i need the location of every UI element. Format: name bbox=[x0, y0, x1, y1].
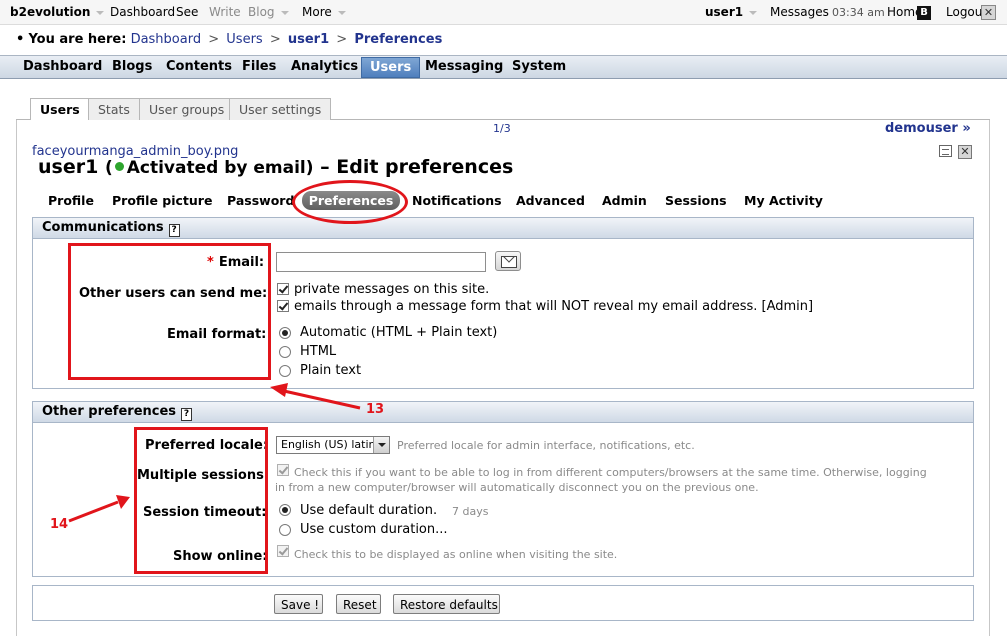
b2evo-home-icon[interactable]: B bbox=[917, 6, 931, 20]
multiple-sessions-note-2: in from a new computer/browser will auto… bbox=[275, 481, 759, 494]
more-menu[interactable]: More bbox=[302, 5, 346, 19]
callout-number-14: 14 bbox=[50, 517, 69, 532]
help-icon[interactable]: ? bbox=[181, 408, 193, 421]
ptab-my-activity[interactable]: My Activity bbox=[744, 193, 823, 208]
dashboard-link[interactable]: Dashboard bbox=[110, 5, 175, 19]
show-online-checkbox[interactable] bbox=[277, 545, 289, 557]
communications-title: Communications bbox=[42, 220, 164, 235]
reset-button[interactable]: Reset bbox=[336, 594, 381, 614]
title-open-paren: ( bbox=[104, 158, 113, 178]
breadcrumb-separator: > bbox=[336, 32, 348, 47]
ptab-notifications[interactable]: Notifications bbox=[412, 193, 502, 208]
next-user-link[interactable]: demouser » bbox=[885, 121, 971, 136]
send-message-icon[interactable] bbox=[939, 145, 952, 157]
format-html-label: HTML bbox=[300, 344, 337, 359]
status-dot-icon bbox=[114, 162, 124, 171]
close-icon[interactable]: ✕ bbox=[958, 145, 972, 159]
callout-number-13: 13 bbox=[366, 402, 385, 417]
close-icon[interactable]: ✕ bbox=[981, 5, 996, 20]
private-messages-label: private messages on this site. bbox=[294, 282, 490, 297]
breadcrumb-bullet: • bbox=[16, 32, 25, 47]
tab-user-settings[interactable]: User settings bbox=[229, 98, 332, 120]
ptab-advanced[interactable]: Advanced bbox=[516, 193, 585, 208]
ptab-profile[interactable]: Profile bbox=[48, 193, 94, 208]
format-automatic-label: Automatic (HTML + Plain text) bbox=[300, 325, 498, 340]
title-status: Activated by email) bbox=[126, 158, 314, 178]
breadcrumb-dashboard[interactable]: Dashboard bbox=[131, 32, 202, 47]
page: b2evolution Dashboard See Write Blog Mor… bbox=[0, 0, 1007, 636]
locale-select-value: English (US) latin1 bbox=[281, 438, 383, 451]
menu-messaging[interactable]: Messaging bbox=[425, 59, 503, 74]
menu-system[interactable]: System bbox=[512, 59, 566, 74]
menu-contents[interactable]: Contents bbox=[166, 59, 232, 74]
menu-users[interactable]: Users bbox=[361, 57, 421, 78]
top-toolbar: b2evolution Dashboard See Write Blog Mor… bbox=[0, 0, 1007, 25]
show-online-note: Check this to be displayed as online whe… bbox=[294, 548, 618, 561]
locale-note: Preferred locale for admin interface, no… bbox=[397, 439, 695, 452]
timeout-custom-label: Use custom duration... bbox=[300, 522, 448, 537]
menu-dashboard[interactable]: Dashboard bbox=[23, 59, 102, 74]
see-link[interactable]: See bbox=[176, 5, 198, 19]
ptab-password[interactable]: Password bbox=[227, 193, 294, 208]
breadcrumb-user1[interactable]: user1 bbox=[288, 32, 329, 47]
menu-blogs[interactable]: Blogs bbox=[112, 59, 152, 74]
timeout-default-label: Use default duration. bbox=[300, 503, 438, 518]
user-pager[interactable]: 1/3 bbox=[493, 122, 511, 135]
save-button[interactable]: Save ! bbox=[274, 594, 323, 614]
communications-highlight-box bbox=[68, 243, 271, 380]
main-menu: Dashboard Blogs Contents Files Analytics… bbox=[0, 55, 1007, 79]
ptab-profile-picture[interactable]: Profile picture bbox=[112, 193, 212, 208]
page-title: user1 ( Activated by email) – Edit prefer… bbox=[38, 156, 513, 178]
clock-time: 03:34 am bbox=[832, 6, 885, 19]
help-icon[interactable]: ? bbox=[168, 224, 180, 237]
menu-files[interactable]: Files bbox=[242, 59, 276, 74]
breadcrumb-separator: > bbox=[269, 32, 281, 47]
other-prefs-highlight-box bbox=[134, 427, 268, 574]
chevron-down-icon bbox=[373, 437, 389, 453]
multiple-sessions-note-1: Check this if you want to be able to log… bbox=[294, 466, 927, 479]
format-automatic-radio[interactable] bbox=[279, 327, 291, 339]
blog-menu[interactable]: Blog bbox=[248, 5, 289, 19]
email-form-label: emails through a message form that will … bbox=[294, 299, 814, 314]
breadcrumb-users[interactable]: Users bbox=[226, 32, 262, 47]
ptab-sessions[interactable]: Sessions bbox=[665, 193, 727, 208]
menu-analytics[interactable]: Analytics bbox=[291, 59, 358, 74]
ptab-admin[interactable]: Admin bbox=[602, 193, 647, 208]
write-link[interactable]: Write bbox=[209, 5, 241, 19]
timeout-custom-radio[interactable] bbox=[279, 524, 291, 536]
user-menu[interactable]: user1 bbox=[705, 5, 757, 19]
tab-users[interactable]: Users bbox=[30, 98, 90, 122]
title-username: user1 bbox=[38, 156, 99, 178]
communications-heading: Communications? bbox=[33, 218, 973, 239]
private-messages-checkbox[interactable] bbox=[277, 283, 289, 295]
multiple-sessions-checkbox[interactable] bbox=[277, 464, 289, 476]
email-input[interactable] bbox=[276, 252, 486, 272]
tab-user-groups[interactable]: User groups bbox=[139, 98, 235, 120]
locale-select[interactable]: English (US) latin1 bbox=[276, 436, 390, 454]
timeout-default-radio[interactable] bbox=[279, 504, 291, 516]
breadcrumb-prefix: You are here: bbox=[28, 32, 127, 47]
form-button-bar bbox=[32, 585, 974, 621]
other-preferences-title: Other preferences bbox=[42, 404, 177, 419]
email-envelope-icon[interactable] bbox=[495, 251, 521, 271]
format-html-radio[interactable] bbox=[279, 346, 291, 358]
other-preferences-heading: Other preferences? bbox=[33, 402, 973, 423]
breadcrumb-separator: > bbox=[208, 32, 220, 47]
messages-link[interactable]: Messages bbox=[770, 5, 829, 19]
email-form-checkbox[interactable] bbox=[277, 300, 289, 312]
format-plain-label: Plain text bbox=[300, 363, 362, 378]
timeout-default-note: 7 days bbox=[452, 505, 489, 518]
breadcrumb: • You are here: Dashboard > Users > user… bbox=[16, 32, 442, 47]
format-plain-radio[interactable] bbox=[279, 365, 291, 377]
app-menu[interactable]: b2evolution bbox=[10, 5, 104, 19]
tab-stats[interactable]: Stats bbox=[88, 98, 140, 120]
breadcrumb-current: Preferences bbox=[354, 32, 443, 47]
restore-defaults-button[interactable]: Restore defaults bbox=[393, 594, 500, 614]
preferences-highlight-oval bbox=[292, 180, 408, 224]
title-rest: – Edit preferences bbox=[320, 156, 514, 178]
